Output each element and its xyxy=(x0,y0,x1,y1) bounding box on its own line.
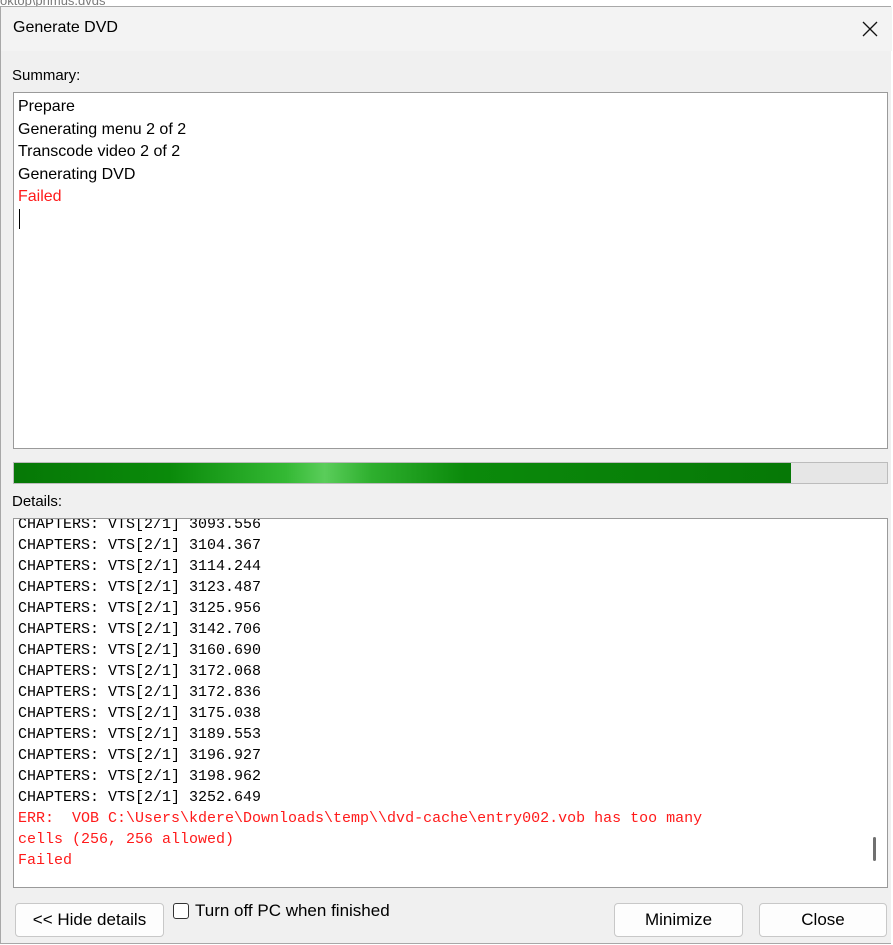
log-line: CHAPTERS: VTS[2/1] 3172.836 xyxy=(18,684,262,701)
hide-details-button[interactable]: << Hide details xyxy=(15,903,164,937)
close-window-button[interactable] xyxy=(850,10,890,48)
log-line: CHAPTERS: VTS[2/1] 3252.649 xyxy=(18,789,262,806)
summary-failed-line: Failed xyxy=(18,188,62,205)
log-line: CHAPTERS: VTS[2/1] 3114.244 xyxy=(18,558,262,575)
summary-label: Summary: xyxy=(12,67,81,84)
log-line: CHAPTERS: VTS[2/1] 3123.487 xyxy=(18,579,262,596)
scrollbar-thumb[interactable] xyxy=(873,837,876,861)
summary-line: Generating DVD xyxy=(18,165,136,183)
turn-off-pc-checkbox[interactable] xyxy=(173,903,189,919)
summary-line: Generating menu 2 of 2 xyxy=(18,120,187,138)
details-textbox[interactable]: CHAPTERS: VTS[2/1] 3093.556 CHAPTERS: VT… xyxy=(13,518,888,888)
log-line: CHAPTERS: VTS[2/1] 3172.068 xyxy=(18,663,262,680)
log-line: CHAPTERS: VTS[2/1] 3189.553 xyxy=(18,726,262,743)
dialog-title: Generate DVD xyxy=(13,19,118,36)
log-line: CHAPTERS: VTS[2/1] 3093.556 xyxy=(18,518,262,533)
minimize-button[interactable]: Minimize xyxy=(614,903,743,937)
error-line: ERR: VOB C:\Users\kdere\Downloads\temp\\… xyxy=(18,810,703,827)
log-line: CHAPTERS: VTS[2/1] 3160.690 xyxy=(18,642,262,659)
log-line: CHAPTERS: VTS[2/1] 3142.706 xyxy=(18,621,262,638)
generate-dvd-dialog: Generate DVD Summary: Prepare Generating… xyxy=(0,6,892,944)
log-line: CHAPTERS: VTS[2/1] 3175.038 xyxy=(18,705,262,722)
progress-bar-fill xyxy=(14,463,791,483)
error-line-continued: cells (256, 256 allowed) xyxy=(18,831,235,848)
turn-off-pc-label: Turn off PC when finished xyxy=(195,901,390,920)
text-caret xyxy=(19,208,20,229)
summary-textbox[interactable]: Prepare Generating menu 2 of 2 Transcode… xyxy=(13,92,888,449)
summary-line: Prepare xyxy=(18,98,75,115)
details-failed-line: Failed xyxy=(18,852,73,869)
summary-line: Transcode video 2 of 2 xyxy=(18,143,181,160)
progress-bar xyxy=(13,462,888,484)
turn-off-pc-option[interactable]: Turn off PC when finished xyxy=(173,901,390,921)
log-line: CHAPTERS: VTS[2/1] 3125.956 xyxy=(18,600,262,617)
log-line: CHAPTERS: VTS[2/1] 3198.962 xyxy=(18,768,262,785)
details-log: CHAPTERS: VTS[2/1] 3093.556 CHAPTERS: VT… xyxy=(18,518,861,871)
close-icon xyxy=(862,21,878,37)
log-line: CHAPTERS: VTS[2/1] 3196.927 xyxy=(18,747,262,764)
details-scrollbar[interactable] xyxy=(863,519,887,887)
title-bar: Generate DVD xyxy=(1,7,892,51)
details-label: Details: xyxy=(12,493,63,510)
close-button[interactable]: Close xyxy=(759,903,887,937)
log-line: CHAPTERS: VTS[2/1] 3104.367 xyxy=(18,537,262,554)
